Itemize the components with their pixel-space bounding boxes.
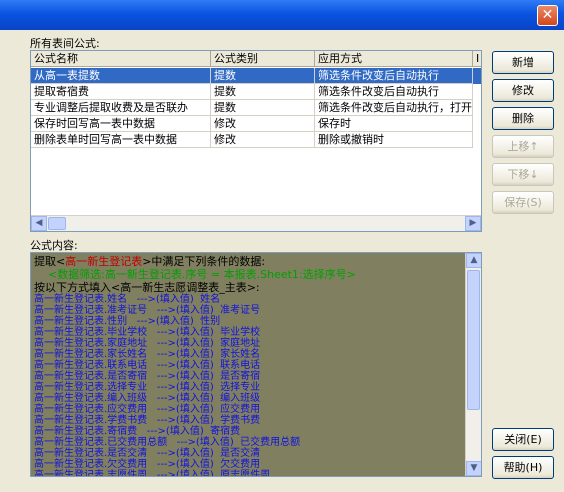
cell-mode: 删除或撤销时 xyxy=(315,132,473,148)
column-header-mode[interactable]: 应用方式 xyxy=(315,51,473,67)
cell-name: 保存时回写高一表中数据 xyxy=(31,116,211,132)
horizontal-scrollbar[interactable]: ◀ ▶ xyxy=(31,215,481,231)
mapping-line: 高一新生登记表.学费书费 --->(填入值) 学费书费 xyxy=(34,415,261,426)
content-line-target: 按以下方式填入<高一新生志愿调整表_主表>: xyxy=(34,281,260,294)
column-header-extra[interactable]: I xyxy=(473,51,481,67)
move-down-button[interactable]: 下移↓ xyxy=(492,163,554,186)
cell-type: 提数 xyxy=(211,68,315,84)
column-header-type[interactable]: 公式类别 xyxy=(211,51,315,67)
content-line-source: 提取<高一新生登记表>中满足下列条件的数据: xyxy=(34,255,266,268)
content-line-filter: <数据筛选:高一新生登记表.序号 = 本报表.Sheet1:选择序号> xyxy=(34,268,356,281)
mapping-line: 高一新生登记表.应交费用 --->(填入值) 应交费用 xyxy=(34,404,261,415)
mapping-line: 高一新生登记表.准考证号 --->(填入值) 准考证号 xyxy=(34,305,261,316)
help-button[interactable]: 帮助(H) xyxy=(492,456,554,479)
mapping-line: 高一新生登记表.性别 --->(填入值) 性别 xyxy=(34,316,221,327)
table-row[interactable]: 从高一表提数 提数 筛选条件改变后自动执行 xyxy=(31,68,481,84)
table-row[interactable]: 保存时回写高一表中数据 修改 保存时 xyxy=(31,116,481,132)
mapping-line: 高一新生登记表.是否交清 --->(填入值) 是否交清 xyxy=(34,448,261,459)
mapping-line: 高一新生登记表.欠交费用 --->(填入值) 欠交费用 xyxy=(34,459,261,470)
scroll-thumb[interactable] xyxy=(467,270,480,410)
mapping-line: 高一新生登记表.姓名 --->(填入值) 姓名 xyxy=(34,294,221,305)
scroll-down-icon[interactable]: ▼ xyxy=(466,461,481,476)
cell-name: 从高一表提数 xyxy=(31,68,211,84)
formula-content-label: 公式内容: xyxy=(30,239,78,252)
title-bar: ✕ xyxy=(0,0,564,30)
cell-mode: 筛选条件改变后自动执行 xyxy=(315,84,473,100)
cell-name: 提取寄宿费 xyxy=(31,84,211,100)
cell-type: 提数 xyxy=(211,100,315,116)
cell-mode: 保存时 xyxy=(315,116,473,132)
mapping-line: 高一新生登记表.家庭地址 --->(填入值) 家庭地址 xyxy=(34,338,261,349)
table-row[interactable]: 删除表单时回写高一表中数据 修改 删除或撤销时 xyxy=(31,132,481,148)
mapping-line: 高一新生登记表.志愿件周 --->(填入值) 原志愿件周 xyxy=(34,470,271,477)
delete-button[interactable]: 删除 xyxy=(492,107,554,130)
cell-mode: 筛选条件改变后自动执行，打开 xyxy=(315,100,473,116)
edit-button[interactable]: 修改 xyxy=(492,79,554,102)
formula-table[interactable]: 公式名称 公式类别 应用方式 I 从高一表提数 提数 筛选条件改变后自动执行 提取寄宿… xyxy=(30,50,482,232)
cell-type: 修改 xyxy=(211,132,315,148)
cell-type: 提数 xyxy=(211,84,315,100)
column-header-name[interactable]: 公式名称 xyxy=(31,51,211,67)
scroll-up-icon[interactable]: ▲ xyxy=(466,253,481,268)
vertical-scrollbar[interactable]: ▲ ▼ xyxy=(465,253,481,476)
scroll-right-icon[interactable]: ▶ xyxy=(465,216,481,231)
cell-name: 专业调整后提取收费及是否联办 xyxy=(31,100,211,116)
save-button[interactable]: 保存(S) xyxy=(492,191,554,214)
mapping-line: 高一新生登记表.选择专业 --->(填入值) 选择专业 xyxy=(34,382,261,393)
table-row[interactable]: 提取寄宿费 提数 筛选条件改变后自动执行 xyxy=(31,84,481,100)
scroll-thumb[interactable] xyxy=(48,217,66,230)
table-row[interactable]: 专业调整后提取收费及是否联办 提数 筛选条件改变后自动执行，打开 xyxy=(31,100,481,116)
cell-type: 修改 xyxy=(211,116,315,132)
table-header: 公式名称 公式类别 应用方式 I xyxy=(31,51,481,67)
scroll-left-icon[interactable]: ◀ xyxy=(31,216,47,231)
mapping-line: 高一新生登记表.已交费用总额 --->(填入值) 已交费用总额 xyxy=(34,437,301,448)
mapping-line: 高一新生登记表.联系电话 --->(填入值) 联系电话 xyxy=(34,360,261,371)
close-window-button[interactable]: ✕ xyxy=(537,5,558,26)
mapping-line: 高一新生登记表.寄宿费 --->(填入值) 寄宿费 xyxy=(34,426,241,437)
formula-list-label: 所有表间公式: xyxy=(30,37,100,50)
formula-content-box[interactable]: 提取<高一新生登记表>中满足下列条件的数据: <数据筛选:高一新生登记表.序号 … xyxy=(30,252,482,477)
mapping-line: 高一新生登记表.毕业学校 --->(填入值) 毕业学校 xyxy=(34,327,261,338)
cell-mode: 筛选条件改变后自动执行 xyxy=(315,68,473,84)
move-up-button[interactable]: 上移↑ xyxy=(492,135,554,158)
mapping-line: 高一新生登记表.家长姓名 --->(填入值) 家长姓名 xyxy=(34,349,261,360)
close-button[interactable]: 关闭(E) xyxy=(492,428,554,451)
cell-name: 删除表单时回写高一表中数据 xyxy=(31,132,211,148)
add-button[interactable]: 新增 xyxy=(492,51,554,74)
mapping-line: 高一新生登记表.是否寄宿 --->(填入值) 是否寄宿 xyxy=(34,371,261,382)
mapping-line: 高一新生登记表.编入班级 --->(填入值) 编入班级 xyxy=(34,393,261,404)
